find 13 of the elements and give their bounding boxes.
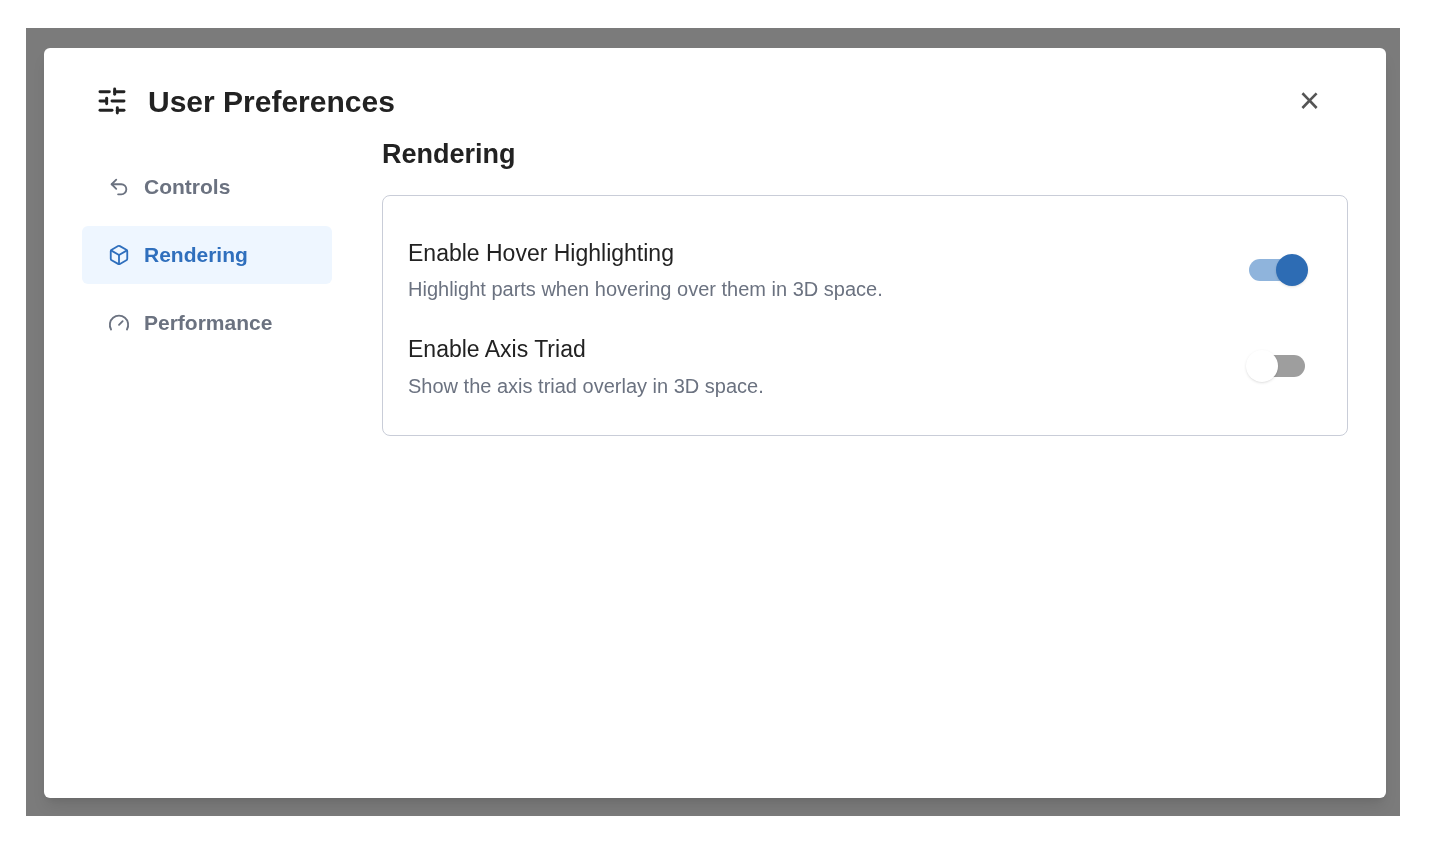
section-title: Rendering [382,138,517,171]
sidebar-item[interactable]: Performance [82,294,332,352]
dialog-title: User Preferences [148,83,395,120]
item-icon [108,176,130,198]
close-button[interactable]: × [1298,83,1320,119]
setting-label: Enable Hover Highlighting [408,238,675,268]
sidebar-item[interactable]: Controls [82,158,332,216]
item-icon [108,244,130,266]
setting-description: Show the axis triad overlay in 3D space. [408,373,765,399]
setting-label: Enable Axis Triad [408,335,587,364]
setting-description: Highlight parts when hovering over them in 3D space. [408,277,884,302]
sidebar-item[interactable]: Rendering [82,226,332,284]
sliders-icon [96,85,128,117]
